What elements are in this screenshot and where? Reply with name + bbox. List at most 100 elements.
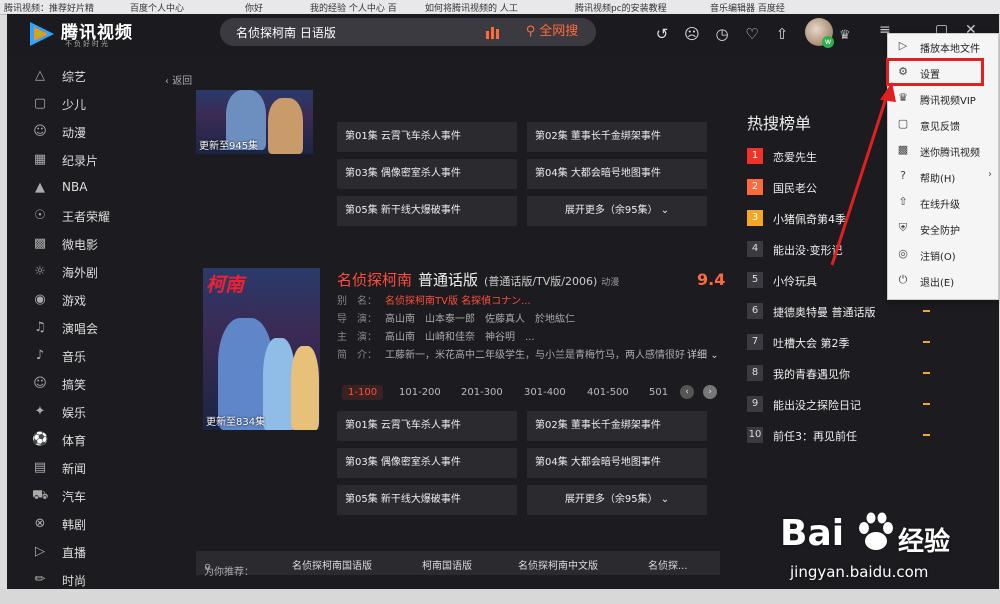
sidebar-item-news[interactable]: ▤ 新闻 xyxy=(7,454,147,482)
show-title[interactable]: 名侦探柯南 普通话版 (普通话版/TV版/2006) 动漫 xyxy=(337,269,619,290)
sidebar-item-nba[interactable]: ▲ NBA xyxy=(7,174,147,202)
browser-tab[interactable]: 腾讯视频：推荐好片精 xyxy=(4,1,124,13)
episode-button[interactable]: 第01集 云霄飞车杀人事件 xyxy=(337,122,517,152)
alias-value[interactable]: 名侦探柯南TV版 名探偵コナン... xyxy=(385,296,531,307)
chevron-left-icon[interactable]: ‹ xyxy=(680,385,694,399)
menu-item-label: 腾讯视频VIP xyxy=(920,96,976,107)
sidebar-item-king-glory[interactable]: ☉ 王者荣耀 xyxy=(7,202,147,230)
cast-value[interactable]: 高山南 山崎和佳奈 神谷明 ... xyxy=(385,332,535,343)
entertainment-icon: ✦ xyxy=(34,404,46,419)
live-icon: ▷ xyxy=(35,544,45,559)
recommend-item[interactable]: 名侦探柯南中文版 xyxy=(518,557,598,572)
back-link[interactable]: ‹ 返回 xyxy=(165,72,192,87)
poster-image[interactable]: 柯南 更新至834集 xyxy=(203,268,320,430)
show-dub: 普通话版 xyxy=(418,271,479,289)
range-tab[interactable]: 101-200 xyxy=(399,387,441,398)
sidebar-item-label: 时尚 xyxy=(62,574,87,588)
recommend-item[interactable]: 名侦探... xyxy=(648,557,688,572)
hot-name: 我的青春遇见你 xyxy=(773,368,850,381)
hot-rank: 6 xyxy=(747,303,763,319)
recommend-label-text: 为你推荐： xyxy=(204,567,254,578)
sidebar-item-overseas[interactable]: ☼ 海外剧 xyxy=(7,258,147,286)
hot-rank: 8 xyxy=(747,365,763,381)
sidebar-item-funny[interactable]: ☺ 搞笑 xyxy=(7,370,147,398)
sidebar-item-variety[interactable]: △ 综艺 xyxy=(7,62,147,90)
hot-rank: 5 xyxy=(747,272,763,288)
hot-item[interactable]: 7 吐槽大会 第2季 xyxy=(747,332,967,354)
browser-tab[interactable]: 音乐编辑器 百度经 xyxy=(710,1,830,13)
episode-button[interactable]: 第05集 新干线大爆破事件 xyxy=(337,196,517,226)
play-icon: ▷ xyxy=(898,39,908,52)
menu-item-play-local[interactable]: ▷ 播放本地文件 xyxy=(888,34,998,60)
sidebar-item-label: 搞笑 xyxy=(62,378,87,392)
dislike-icon[interactable]: ☹ xyxy=(682,24,702,44)
range-tab[interactable]: 301-400 xyxy=(524,387,566,398)
hot-item[interactable]: 8 我的青春遇见你 xyxy=(747,363,967,385)
hot-item[interactable]: 6 捷德奥特曼 普通话版 xyxy=(747,301,967,323)
sidebar-item-kids[interactable]: ▢ 少儿 xyxy=(7,90,147,118)
browser-tab[interactable]: 百度个人中心 xyxy=(130,1,240,13)
browser-tab[interactable]: 你好 xyxy=(245,1,305,13)
recommend-item[interactable]: 柯南国语版 xyxy=(422,557,472,572)
episode-button[interactable]: 第05集 新干线大爆破事件 xyxy=(337,485,517,515)
car-icon: ⛟ xyxy=(32,488,49,503)
sidebar-item-fashion[interactable]: ✏ 时尚 xyxy=(7,566,147,589)
range-tab[interactable]: 401-500 xyxy=(587,387,629,398)
search-input[interactable] xyxy=(236,24,466,40)
vip-crown-icon[interactable]: ♛ xyxy=(839,28,851,43)
intro-value: 工藤新一，米花高中二年级学生，与小兰是青梅竹马，两人感情很好 xyxy=(385,350,685,361)
browser-tab[interactable]: 我的经验 个人中心 百 xyxy=(310,1,420,13)
upload-icon[interactable]: ⇧ xyxy=(772,24,792,44)
expand-more-button[interactable]: 展开更多（余95集） ⌄ xyxy=(527,196,707,226)
sidebar-item-label: 微电影 xyxy=(62,238,99,252)
sidebar-item-live[interactable]: ▷ 直播 xyxy=(7,538,147,566)
episode-button[interactable]: 第02集 董事长千金绑架事件 xyxy=(527,411,707,441)
watermark-url: jingyan.baidu.com xyxy=(790,563,929,581)
trend-flat-icon xyxy=(923,403,930,405)
director-value[interactable]: 高山南 山本泰一郎 佐藤真人 於地紘仁 xyxy=(385,314,575,325)
concert-icon: ♫ xyxy=(34,320,46,335)
sidebar-item-sports[interactable]: ⚽ 体育 xyxy=(7,426,147,454)
episode-button[interactable]: 第02集 董事长千金绑架事件 xyxy=(527,122,707,152)
range-tab[interactable]: 201-300 xyxy=(461,387,503,398)
history-icon[interactable]: ◷ xyxy=(712,24,732,44)
chevron-down-icon: ⌄ xyxy=(660,494,670,505)
recommend-item[interactable]: 名侦探柯南国语版 xyxy=(292,557,372,572)
bar-chart-icon[interactable] xyxy=(485,25,501,39)
hot-item[interactable]: 9 能出没之探险日记 xyxy=(747,394,967,416)
refresh-icon[interactable]: ↺ xyxy=(652,24,672,44)
expand-more-button[interactable]: 展开更多（余95集） ⌄ xyxy=(527,485,707,515)
episode-button[interactable]: 第03集 偶像密室杀人事件 xyxy=(337,159,517,189)
sidebar-item-concert[interactable]: ♫ 演唱会 xyxy=(7,314,147,342)
poster-image[interactable]: 更新至945集 xyxy=(196,90,313,154)
sidebar-item-micro-film[interactable]: ▩ 微电影 xyxy=(7,230,147,258)
hot-item[interactable]: 10 前任3：再见前任 xyxy=(747,425,967,447)
episode-button[interactable]: 第03集 偶像密室杀人事件 xyxy=(337,448,517,478)
search-button[interactable]: ⚲ 全网搜 xyxy=(508,18,596,46)
episode-button[interactable]: 第04集 大都会暗号地图事件 xyxy=(527,448,707,478)
menu-item-exit[interactable]: ⏻ 退出(E) xyxy=(888,268,998,294)
browser-tab[interactable]: 如何将腾讯视频的 人工 xyxy=(425,1,570,13)
range-tab[interactable]: 1-100 xyxy=(342,385,384,400)
chevron-right-icon[interactable]: › xyxy=(703,385,717,399)
detail-link[interactable]: 详细 ⌄ xyxy=(687,346,719,361)
sidebar-item-car[interactable]: ⛟ 汽车 xyxy=(7,482,147,510)
menu-item-label: 帮助(H) xyxy=(920,174,956,185)
music-icon: ♪ xyxy=(35,348,45,363)
episode-button[interactable]: 第01集 云霄飞车杀人事件 xyxy=(337,411,517,441)
sidebar-item-entertainment[interactable]: ✦ 娱乐 xyxy=(7,398,147,426)
trend-flat-icon xyxy=(923,310,930,312)
alias-key: 别 名： xyxy=(337,296,377,307)
sidebar-item-game[interactable]: ◉ 游戏 xyxy=(7,286,147,314)
sidebar-item-label: 综艺 xyxy=(62,70,87,84)
chevron-down-icon: ⌄ xyxy=(710,350,719,361)
sidebar-item-documentary[interactable]: ▦ 纪录片 xyxy=(7,146,147,174)
show-meta: (普通话版/TV版/2006) xyxy=(484,275,598,288)
range-tab[interactable]: 501 xyxy=(649,387,668,398)
sidebar-item-anime[interactable]: ☺ 动漫 xyxy=(7,118,147,146)
favorite-icon[interactable]: ♡ xyxy=(742,24,762,44)
episode-button[interactable]: 第04集 大都会暗号地图事件 xyxy=(527,159,707,189)
sidebar-item-music[interactable]: ♪ 音乐 xyxy=(7,342,147,370)
browser-tab[interactable]: 腾讯视频pc的安装教程 xyxy=(575,1,705,13)
sidebar-item-korean-drama[interactable]: ⊗ 韩剧 xyxy=(7,510,147,538)
